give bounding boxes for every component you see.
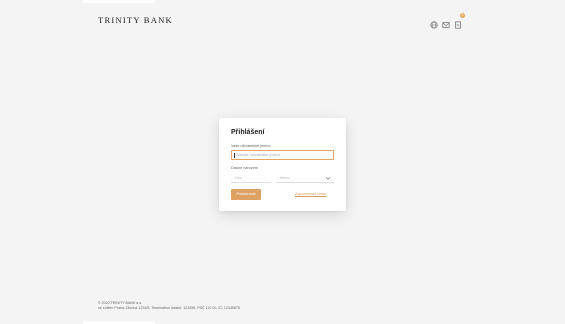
footer: © 2020 TRINITY BANK a.s. se sídlem Praha… (98, 301, 240, 311)
document-icon[interactable]: 0 (454, 13, 465, 29)
month-placeholder: Měsíc (280, 176, 291, 180)
header-icons: 0 (430, 13, 465, 29)
mail-icon[interactable] (442, 16, 450, 28)
notification-badge: 0 (460, 13, 465, 18)
login-card: Přihlášení Vaše uživatelské jméno Zadejt… (219, 118, 346, 211)
text-caret (234, 153, 235, 158)
day-placeholder: Den (235, 176, 242, 180)
chevron-down-icon (326, 177, 330, 180)
continue-button[interactable]: Pokračovat (231, 189, 261, 200)
month-select[interactable]: Měsíc (276, 173, 334, 183)
footer-address: se sídlem Praha, Dlouhá 1234/5, Terminat… (98, 306, 240, 310)
globe-icon[interactable] (430, 16, 438, 29)
username-input[interactable]: Zadejte uživatelské jméno (231, 150, 334, 160)
header: TRINITY BANK 0 (0, 0, 565, 40)
day-input[interactable]: Den (231, 173, 271, 183)
forgot-password-link[interactable]: Zapomenuté heslo (295, 192, 326, 196)
dob-label: Datum narození (231, 166, 259, 170)
username-placeholder: Zadejte uživatelské jméno (236, 153, 280, 157)
logo[interactable]: TRINITY BANK (98, 15, 173, 25)
login-title: Přihlášení (231, 129, 265, 136)
username-label: Vaše uživatelské jméno (231, 144, 271, 148)
